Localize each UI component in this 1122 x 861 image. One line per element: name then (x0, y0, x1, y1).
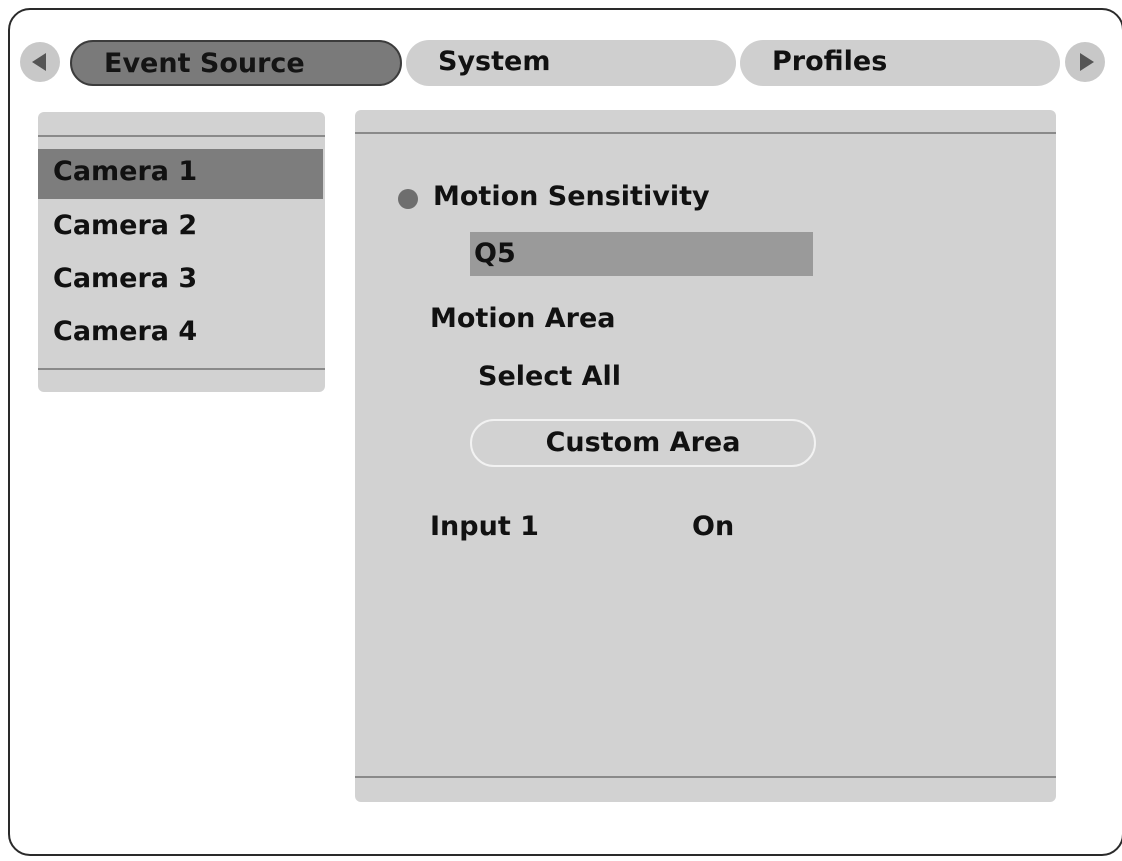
camera-item-3[interactable]: Camera 3 (38, 256, 323, 306)
camera-item-1[interactable]: Camera 1 (38, 149, 323, 199)
motion-sensitivity-value[interactable]: Q5 (470, 232, 813, 276)
camera-list-panel: Camera 1 Camera 2 Camera 3 Camera 4 (38, 112, 325, 392)
camera-item-2[interactable]: Camera 2 (38, 203, 323, 253)
prev-tab-button[interactable] (20, 42, 60, 82)
input-1-value[interactable]: On (692, 511, 734, 542)
tab-profiles[interactable]: Profiles (740, 40, 1060, 86)
motion-area-label: Motion Area (430, 303, 616, 334)
tab-system[interactable]: System (406, 40, 736, 86)
divider (355, 776, 1056, 778)
divider (38, 368, 325, 370)
divider (38, 135, 325, 137)
tab-event-source[interactable]: Event Source (70, 40, 402, 86)
select-all-option[interactable]: Select All (478, 361, 621, 392)
camera-item-4[interactable]: Camera 4 (38, 309, 323, 359)
divider (355, 132, 1056, 134)
input-1-label: Input 1 (430, 511, 539, 542)
triangle-right-icon (1079, 53, 1094, 71)
next-tab-button[interactable] (1065, 42, 1105, 82)
custom-area-button[interactable]: Custom Area (470, 419, 816, 467)
motion-sensitivity-radio[interactable] (398, 189, 418, 209)
motion-sensitivity-label: Motion Sensitivity (433, 181, 710, 212)
triangle-left-icon (31, 53, 46, 71)
